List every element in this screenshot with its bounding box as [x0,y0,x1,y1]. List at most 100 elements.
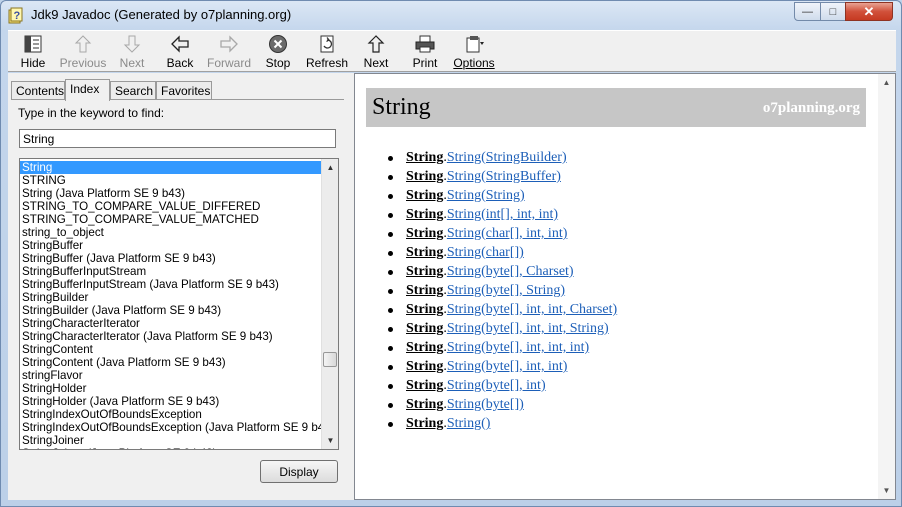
forward-button[interactable]: Forward [204,31,254,73]
arrow-right-icon [204,34,254,56]
class-link[interactable]: String [406,321,443,336]
hide-label: Hide [20,56,46,70]
constructor-link[interactable]: String() [447,416,491,431]
class-link[interactable]: String [406,359,443,374]
constructor-link[interactable]: String(StringBuffer) [447,169,561,184]
class-link[interactable]: String [406,340,443,355]
constructor-link[interactable]: String(byte[], int, int) [447,359,568,374]
constructor-item: String.String(byte[], int) [386,376,617,395]
constructor-link[interactable]: String(byte[], String) [447,283,565,298]
scroll-down-icon[interactable]: ▼ [322,432,338,449]
constructor-link[interactable]: String(byte[], int, int, int) [447,340,589,355]
constructor-link[interactable]: String(byte[], int) [447,378,546,393]
index-list-item[interactable]: STRING_TO_COMPARE_VALUE_MATCHED [20,213,322,226]
back-button[interactable]: Back [155,31,205,73]
constructor-item: String.String(String) [386,186,617,205]
print-button[interactable]: Print [400,31,450,73]
help-viewer-window: ? Jdk9 Javadoc (Generated by o7planning.… [0,0,902,507]
constructor-item: String.String(byte[], int, int, Charset) [386,300,617,319]
index-list-item[interactable]: StringBuilder [20,291,322,304]
index-list-item[interactable]: StringContent (Java Platform SE 9 b43) [20,356,322,369]
constructor-link[interactable]: String(String) [447,188,525,203]
constructor-link[interactable]: String(byte[], int, int, String) [447,321,609,336]
constructor-link[interactable]: String(StringBuilder) [447,150,567,165]
class-link[interactable]: String [406,245,443,260]
index-list-item[interactable]: StringHolder [20,382,322,395]
class-link[interactable]: String [406,283,443,298]
constructor-item: String.String(byte[], int, int) [386,357,617,376]
next-button-disabled[interactable]: Next [107,31,157,73]
index-list-item[interactable]: StringBuilder (Java Platform SE 9 b43) [20,304,322,317]
hide-button[interactable]: Hide [8,31,58,73]
tab-panel-border [11,99,344,100]
tab-favorites-label: Favorites [161,84,211,98]
index-scrollbar[interactable]: ▲ ▼ [321,159,338,449]
tab-favorites[interactable]: Favorites [156,81,212,100]
class-link[interactable]: String [406,397,443,412]
class-link[interactable]: String [406,150,443,165]
content-scrollbar[interactable]: ▲ ▼ [878,74,895,499]
index-list-item[interactable]: StringBufferInputStream (Java Platform S… [20,278,322,291]
title-bar[interactable]: ? Jdk9 Javadoc (Generated by o7planning.… [1,1,901,29]
index-list-item[interactable]: StringBuffer (Java Platform SE 9 b43) [20,252,322,265]
arrow-left-icon [155,34,205,56]
next-label: Next [363,56,389,70]
tab-search[interactable]: Search [110,81,156,100]
maximize-button[interactable]: □ [820,2,846,21]
previous-button[interactable]: Previous [58,31,108,73]
class-link[interactable]: String [406,264,443,279]
class-link[interactable]: String [406,378,443,393]
tab-contents[interactable]: Contents [11,81,65,100]
constructor-link[interactable]: String(char[], int, int) [447,226,568,241]
options-icon [449,34,499,56]
index-list-item[interactable]: STRING_TO_COMPARE_VALUE_DIFFERED [20,200,322,213]
constructor-link[interactable]: String(byte[]) [447,397,524,412]
constructor-link[interactable]: String(byte[], Charset) [447,264,574,279]
scroll-thumb[interactable] [323,352,337,367]
index-listbox[interactable]: String STRING String (Java Platform SE 9 b… [19,158,339,450]
index-list-item[interactable]: StringIndexOutOfBoundsException [20,408,322,421]
index-list-item[interactable]: StringIndexOutOfBoundsException (Java Pl… [20,421,322,434]
next-button[interactable]: Next [351,31,401,73]
constructor-item: String.String(int[], int, int) [386,205,617,224]
tab-index[interactable]: Index [65,79,110,101]
index-list-item[interactable]: String (Java Platform SE 9 b43) [20,187,322,200]
minimize-icon: — [802,5,813,18]
display-button[interactable]: Display [260,460,338,483]
index-list-item[interactable]: StringJoiner (Java Platform SE 9 b43) [20,447,322,449]
constructor-item: String.String(char[]) [386,243,617,262]
index-list-item[interactable]: string_to_object [20,226,322,239]
refresh-button[interactable]: Refresh [302,31,352,73]
minimize-button[interactable]: — [794,2,821,21]
class-link[interactable]: String [406,226,443,241]
index-list-item[interactable]: StringCharacterIterator [20,317,322,330]
index-list-item[interactable]: StringBuffer [20,239,322,252]
close-icon: ✕ [863,3,875,19]
content-scroll-up-icon[interactable]: ▲ [878,74,895,91]
content-scroll-down-icon[interactable]: ▼ [878,482,895,499]
page-header: String o7planning.org [366,88,866,127]
index-list-item[interactable]: String [20,161,322,174]
constructor-link[interactable]: String(int[], int, int) [447,207,558,222]
stop-button[interactable]: Stop [253,31,303,73]
index-list-item[interactable]: StringContent [20,343,322,356]
constructor-link[interactable]: String(char[]) [447,245,524,260]
index-list-item[interactable]: StringHolder (Java Platform SE 9 b43) [20,395,322,408]
keyword-input[interactable] [19,129,336,148]
index-list-item[interactable]: stringFlavor [20,369,322,382]
constructor-link[interactable]: String(byte[], int, int, Charset) [447,302,617,317]
class-link[interactable]: String [406,416,443,431]
scroll-up-icon[interactable]: ▲ [322,159,338,176]
index-list-item[interactable]: StringJoiner [20,434,322,447]
close-button[interactable]: ✕ [845,2,893,21]
class-link[interactable]: String [406,188,443,203]
class-link[interactable]: String [406,207,443,222]
index-list-item[interactable]: StringBufferInputStream [20,265,322,278]
class-link[interactable]: String [406,302,443,317]
class-link[interactable]: String [406,169,443,184]
previous-label: Previous [59,56,107,70]
index-list-item[interactable]: StringCharacterIterator (Java Platform S… [20,330,322,343]
index-list-item[interactable]: STRING [20,174,322,187]
pane-splitter[interactable] [347,73,354,500]
options-button[interactable]: Options [449,31,499,73]
